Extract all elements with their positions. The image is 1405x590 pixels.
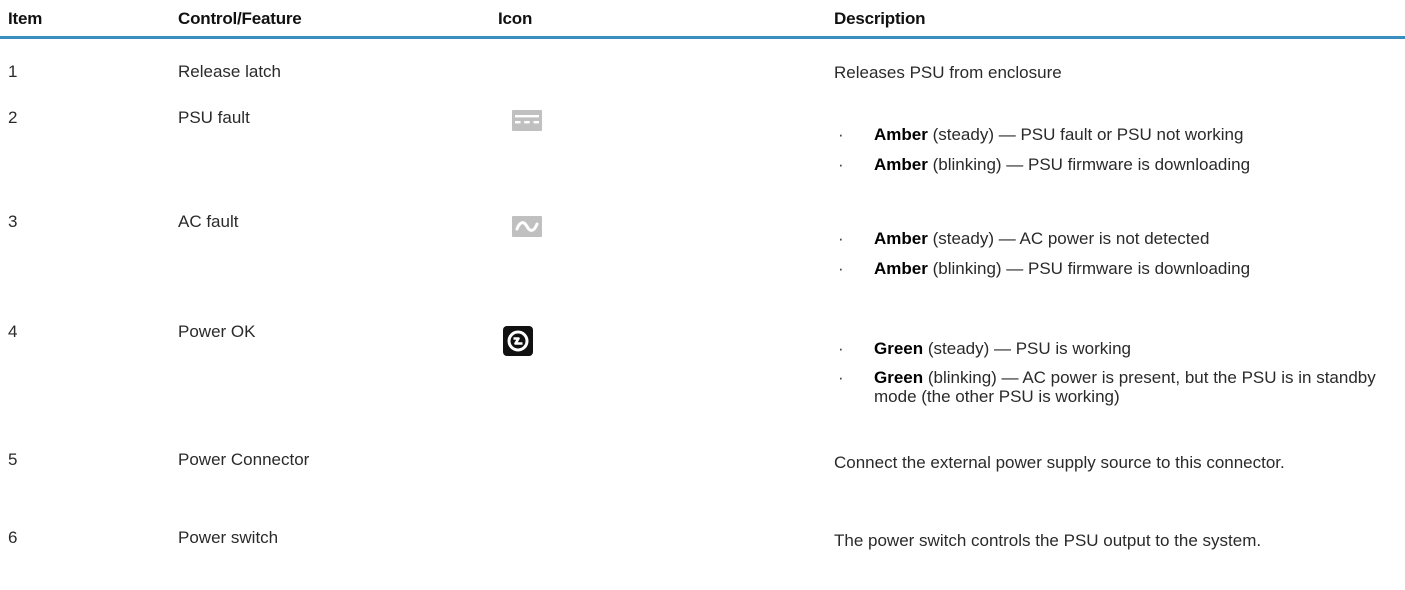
control-name: AC fault — [178, 212, 239, 231]
psu-controls-table: Item Control/Feature Icon Description 1 … — [0, 0, 1405, 590]
description-text: Releases PSU from enclosure — [834, 63, 1062, 82]
power-ok-icon — [503, 326, 533, 356]
status-list: · Amber (steady) — PSU fault or PSU not w… — [838, 124, 1250, 184]
list-item: · Amber (steady) — PSU fault or PSU not w… — [838, 125, 1244, 144]
list-item: · Amber (steady) — AC power is not detect… — [838, 229, 1210, 248]
control-name: PSU fault — [178, 108, 250, 127]
item-number: 3 — [8, 212, 18, 231]
ac-fault-icon — [512, 216, 542, 237]
list-item: · Amber (blinking) — PSU firmware is down… — [838, 259, 1251, 278]
list-item: · Green (steady) — PSU is working — [838, 339, 1131, 358]
list-item: · Amber (blinking) — PSU firmware is down… — [838, 155, 1251, 174]
status-list: · Green (steady) — PSU is working · Green … — [838, 338, 1398, 415]
control-name: Power OK — [178, 322, 256, 341]
item-number: 6 — [8, 528, 18, 547]
control-name: Power switch — [178, 528, 279, 547]
psu-fault-icon — [512, 110, 542, 131]
header-icon: Icon — [498, 9, 533, 28]
control-name: Power Connector — [178, 450, 310, 469]
header-control-feature: Control/Feature — [178, 9, 302, 28]
item-number: 5 — [8, 450, 18, 469]
status-list: · Amber (steady) — AC power is not detect… — [838, 228, 1250, 288]
item-number: 4 — [8, 322, 18, 341]
header-description: Description — [834, 9, 926, 28]
table-header: Item Control/Feature Icon Description — [0, 0, 1405, 39]
control-name: Release latch — [178, 62, 282, 81]
description-text: The power switch controls the PSU output… — [834, 531, 1262, 550]
item-number: 2 — [8, 108, 18, 127]
header-item: Item — [8, 9, 43, 28]
item-number: 1 — [8, 62, 18, 81]
description-text: Connect the external power supply source… — [834, 453, 1285, 472]
list-item: · Green (blinking) — AC power is present,… — [838, 368, 1376, 406]
